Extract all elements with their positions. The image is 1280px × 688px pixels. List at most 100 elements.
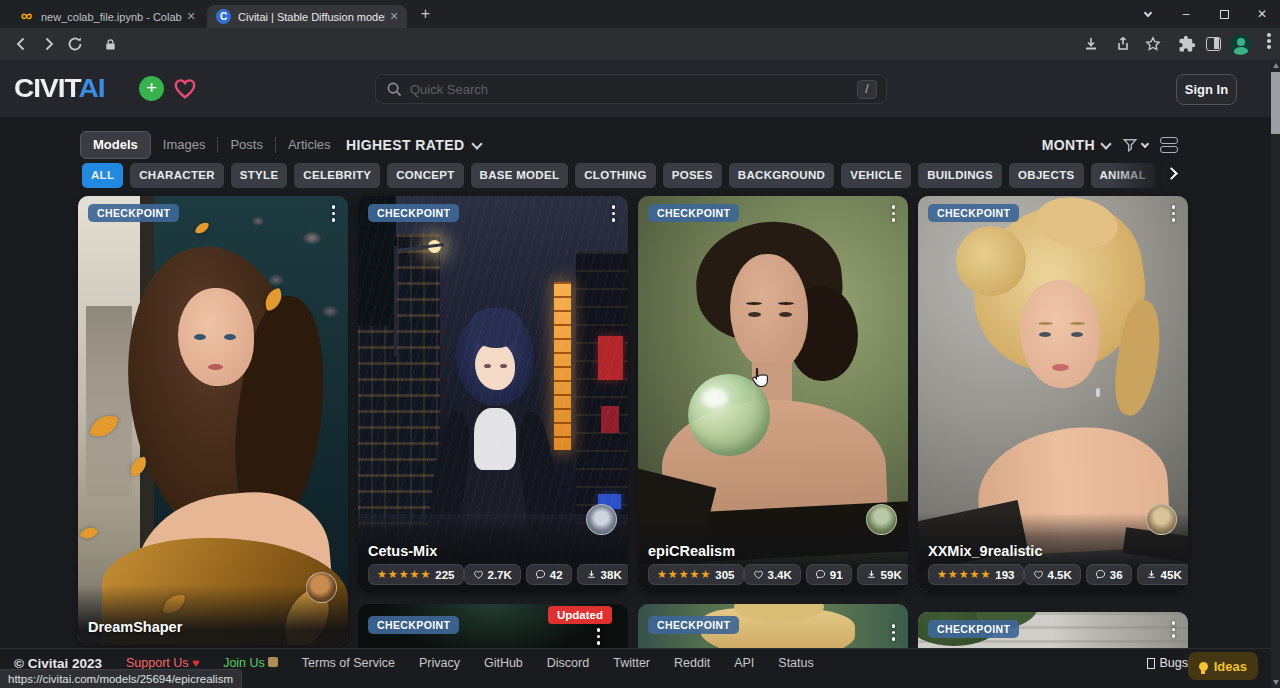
tab-articles[interactable]: Articles [276, 131, 343, 159]
heart-icon [473, 569, 484, 580]
tab-models[interactable]: Models [80, 131, 151, 159]
card-menu-icon[interactable] [612, 205, 616, 222]
browser-tab-colab[interactable]: ∞ new_colab_file.ipynb - Colaborat ✕ [10, 5, 204, 28]
card-size-toggle-icon[interactable] [1160, 137, 1178, 154]
tab-close-icon[interactable]: ✕ [184, 9, 198, 24]
category-chips: ALL CHARACTER STYLE CELEBRITY CONCEPT BA… [82, 163, 1188, 188]
downloads-pill: 38K [577, 564, 628, 585]
scrollbar-up-arrow[interactable] [1273, 63, 1279, 68]
card-menu-icon[interactable] [597, 628, 601, 645]
card-menu-icon[interactable] [892, 205, 896, 222]
new-tab-button[interactable]: + [418, 7, 433, 22]
model-type-badge: CHECKPOINT [928, 620, 1019, 638]
model-card-epicrealism[interactable]: CHECKPOINT epiCRealism ★★★★★305 3.4K 91 … [638, 196, 908, 592]
chip-background[interactable]: BACKGROUND [729, 163, 834, 188]
chip-poses[interactable]: POSES [663, 163, 722, 188]
extensions-puzzle-icon[interactable] [1178, 35, 1196, 53]
scrollbar-down-arrow[interactable] [1273, 680, 1279, 685]
browser-toolbar: civitai.com [0, 28, 1280, 60]
favorites-heart-icon[interactable] [172, 75, 198, 101]
creator-avatar[interactable] [1146, 504, 1177, 535]
civitai-logo[interactable]: CIVITAI [14, 74, 104, 103]
sign-in-button[interactable]: Sign In [1176, 74, 1237, 105]
window-minimize-button[interactable]: – [1170, 0, 1202, 28]
chip-all[interactable]: ALL [82, 163, 123, 188]
bookmark-star-icon[interactable] [1144, 35, 1162, 53]
creator-avatar[interactable] [306, 572, 337, 603]
tab-search-chevron-icon[interactable] [1132, 0, 1164, 28]
card-menu-icon[interactable] [332, 205, 336, 222]
model-type-badge: CHECKPOINT [368, 204, 459, 222]
tab-posts[interactable]: Posts [218, 131, 275, 159]
ideas-button[interactable]: Ideas [1188, 652, 1258, 680]
chip-concept[interactable]: CONCEPT [387, 163, 463, 188]
model-title: XXMix_9realistic [928, 543, 1178, 559]
tab-images[interactable]: Images [151, 131, 218, 159]
share-icon[interactable] [1114, 35, 1132, 53]
window-close-button[interactable]: ✕ [1246, 0, 1278, 28]
footer-link-github[interactable]: GitHub [484, 656, 523, 670]
scrollbar-thumb[interactable] [1271, 72, 1280, 134]
footer-link-support-us[interactable]: Support Us ♥ [126, 656, 199, 670]
card-menu-icon[interactable] [1172, 205, 1176, 222]
search-input[interactable] [410, 76, 830, 102]
comments-pill: 42 [526, 564, 572, 585]
browser-menu-icon[interactable] [1260, 33, 1278, 51]
model-card-cetus-mix[interactable]: CHECKPOINT Cetus-Mix ★★★★★225 2.7K 42 38… [358, 196, 628, 592]
filter-dropdown[interactable] [1122, 137, 1148, 153]
creator-avatar[interactable] [866, 504, 897, 535]
footer-link-terms[interactable]: Terms of Service [302, 656, 395, 670]
model-card-xxmix9realistic[interactable]: CHECKPOINT XXMix_9realistic ★★★★★193 4.5… [918, 196, 1188, 592]
browser-tab-civitai[interactable]: C Civitai | Stable Diffusion models, ✕ [207, 5, 407, 28]
forward-icon[interactable] [40, 35, 58, 53]
model-type-badge: CHECKPOINT [88, 204, 179, 222]
period-dropdown[interactable]: MONTH [1042, 137, 1110, 153]
chip-celebrity[interactable]: CELEBRITY [294, 163, 380, 188]
search-bar[interactable]: / [375, 74, 887, 104]
page-scrollbar[interactable] [1271, 60, 1280, 688]
chip-character[interactable]: CHARACTER [130, 163, 224, 188]
create-plus-button[interactable]: + [139, 76, 164, 101]
model-card-dreamshaper[interactable]: CHECKPOINT DreamShaper [78, 196, 348, 645]
creator-avatar[interactable] [586, 504, 617, 535]
chip-vehicle[interactable]: VEHICLE [841, 163, 911, 188]
search-icon [386, 81, 403, 98]
reload-icon[interactable] [66, 35, 84, 53]
footer-link-reddit[interactable]: Reddit [674, 656, 710, 670]
back-icon[interactable] [12, 35, 30, 53]
chevron-down-icon [1100, 138, 1111, 149]
card-menu-icon[interactable] [892, 624, 896, 641]
bugs-button[interactable]: Bugs [1147, 656, 1189, 670]
tab-title: new_colab_file.ipynb - Colaborat [41, 11, 182, 23]
footer-link-discord[interactable]: Discord [547, 656, 589, 670]
chip-buildings[interactable]: BUILDINGS [918, 163, 1002, 188]
chip-base-model[interactable]: BASE MODEL [471, 163, 569, 188]
download-icon [1146, 569, 1157, 580]
filter-funnel-icon [1122, 137, 1138, 153]
chip-objects[interactable]: OBJECTS [1009, 163, 1083, 188]
footer-link-twitter[interactable]: Twitter [613, 656, 650, 670]
footer-link-privacy[interactable]: Privacy [419, 656, 460, 670]
moneybag-icon [268, 657, 278, 667]
chip-clothing[interactable]: CLOTHING [575, 163, 655, 188]
link-preview-statusbar: https://civitai.com/models/25694/epicrea… [0, 669, 242, 688]
heart-icon [753, 569, 764, 580]
sidebar-icon[interactable] [1206, 37, 1221, 51]
footer-link-status[interactable]: Status [778, 656, 813, 670]
model-type-badge: CHECKPOINT [368, 616, 459, 634]
footer-link-api[interactable]: API [734, 656, 754, 670]
profile-avatar[interactable] [1230, 34, 1251, 55]
card-menu-icon[interactable] [1172, 621, 1176, 638]
filter-controls: MONTH [1042, 131, 1178, 159]
mouse-cursor [750, 367, 770, 389]
download-icon[interactable] [1082, 35, 1100, 53]
sort-dropdown[interactable]: HIGHEST RATED [346, 131, 481, 159]
chip-style[interactable]: STYLE [231, 163, 288, 188]
window-maximize-button[interactable] [1208, 0, 1240, 28]
footer-link-join-us[interactable]: Join Us [223, 656, 278, 670]
chips-fade [1110, 160, 1188, 192]
tab-close-icon[interactable]: ✕ [387, 9, 401, 24]
rating-pill: ★★★★★225 [368, 564, 464, 585]
heart-icon: ♥ [192, 656, 199, 670]
model-type-badge: CHECKPOINT [928, 204, 1019, 222]
